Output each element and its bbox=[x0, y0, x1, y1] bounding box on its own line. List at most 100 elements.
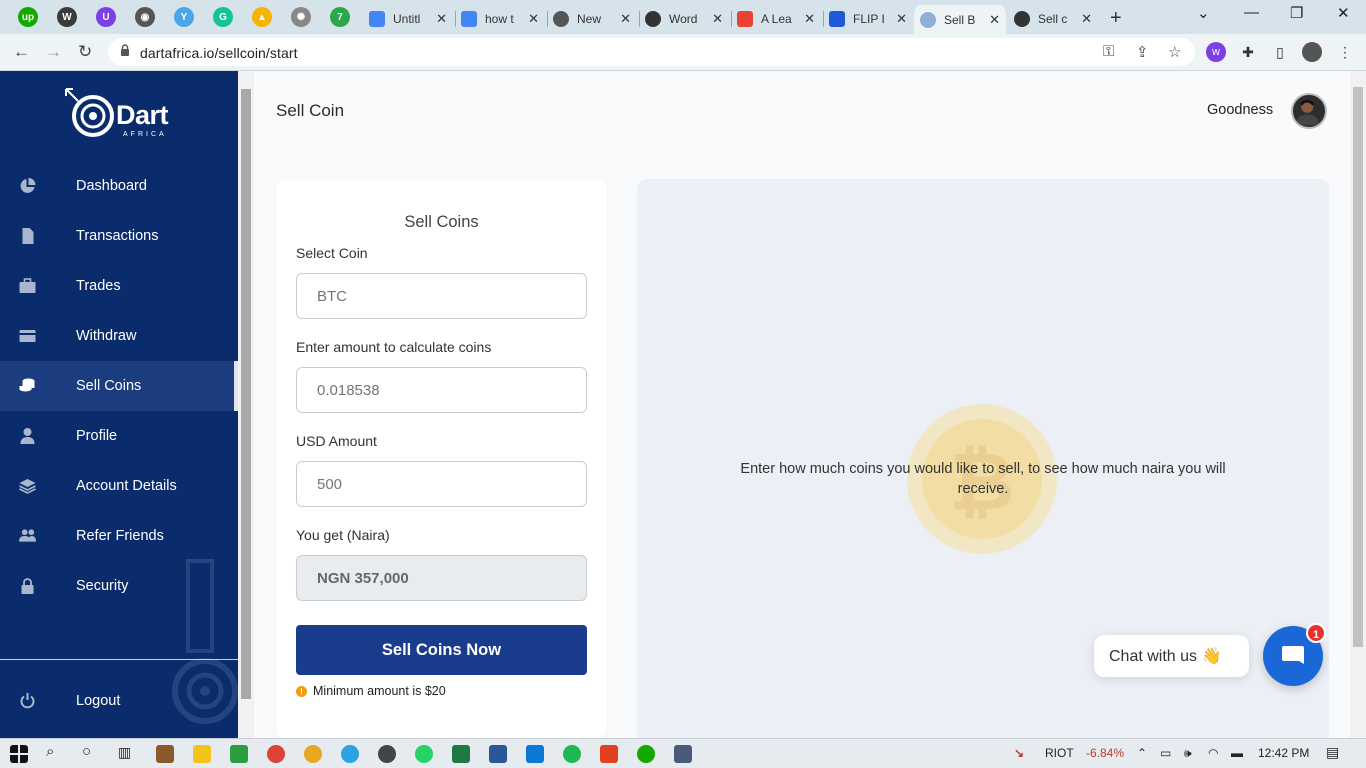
close-icon[interactable]: ✕ bbox=[989, 12, 1000, 28]
coin-select[interactable] bbox=[296, 273, 587, 319]
new-tab-icon[interactable]: + bbox=[1110, 7, 1122, 30]
close-icon[interactable]: ✕ bbox=[896, 11, 907, 27]
page-scrollbar[interactable] bbox=[1350, 71, 1366, 738]
app-icon[interactable] bbox=[526, 745, 544, 763]
word-icon[interactable] bbox=[489, 745, 507, 763]
spotify-icon[interactable] bbox=[563, 745, 581, 763]
restore-icon[interactable]: ❐ bbox=[1290, 4, 1303, 22]
chrome-icon bbox=[553, 10, 569, 27]
close-icon[interactable]: ✕ bbox=[528, 11, 539, 27]
sidebar-item-account-details[interactable]: Account Details bbox=[0, 461, 238, 511]
chrome-profile-icon[interactable] bbox=[304, 745, 322, 763]
extension-icon[interactable]: w bbox=[1206, 42, 1226, 62]
avatar[interactable] bbox=[1291, 93, 1327, 129]
stock-symbol[interactable]: RIOT bbox=[1045, 746, 1074, 760]
pinned-tab-icon[interactable]: 7 bbox=[330, 7, 350, 27]
browser-tab[interactable]: how t ✕ bbox=[455, 5, 545, 32]
profile-avatar[interactable] bbox=[1302, 42, 1322, 62]
key-icon[interactable]: ⚿ bbox=[1103, 43, 1114, 60]
user-icon bbox=[20, 428, 35, 444]
upwork-icon[interactable] bbox=[637, 745, 655, 763]
share-icon[interactable]: ⇪ bbox=[1136, 43, 1149, 61]
naira-amount-field bbox=[296, 555, 587, 601]
eye-pinned-tab-icon[interactable]: ◉ bbox=[135, 7, 155, 27]
user-name: Goodness bbox=[1207, 102, 1274, 118]
usd-amount-input[interactable] bbox=[296, 461, 587, 507]
gmail-icon bbox=[737, 10, 753, 27]
notifications-icon[interactable]: ▤ bbox=[1326, 744, 1339, 761]
forward-icon[interactable]: → bbox=[45, 42, 62, 62]
openai-pinned-tab-icon[interactable]: ✺ bbox=[291, 7, 311, 27]
google-drive-pinned-tab-icon[interactable]: ▲ bbox=[252, 7, 272, 27]
cortana-icon[interactable]: ○ bbox=[82, 743, 91, 760]
page-title: Sell Coin bbox=[276, 101, 345, 120]
grammarly-pinned-tab-icon[interactable]: G bbox=[213, 7, 233, 27]
menu-kebab-icon[interactable]: ⋮ bbox=[1335, 42, 1355, 62]
page-scrollbar-thumb[interactable] bbox=[1353, 87, 1363, 647]
tab-search-chevron-icon[interactable]: ⌄ bbox=[1197, 4, 1210, 22]
browser-tab[interactable]: New ✕ bbox=[547, 5, 637, 32]
app-icon[interactable] bbox=[156, 745, 174, 763]
chevron-up-icon[interactable]: ⌃ bbox=[1137, 746, 1147, 760]
browser-tab-active[interactable]: Sell B ✕ bbox=[914, 5, 1006, 34]
minimize-icon[interactable]: — bbox=[1244, 4, 1259, 21]
task-view-icon[interactable]: ▥ bbox=[118, 744, 131, 761]
excel-icon[interactable] bbox=[452, 745, 470, 763]
sidebar-item-dashboard[interactable]: Dashboard bbox=[0, 161, 238, 211]
puzzle-extensions-icon[interactable]: ✚ bbox=[1238, 42, 1258, 62]
file-explorer-icon[interactable] bbox=[193, 745, 211, 763]
side-panel-icon[interactable]: ▯ bbox=[1270, 42, 1290, 62]
browser-toolbar: ← → ↻ dartafrica.io/sellcoin/start ⚿ ⇪ ☆… bbox=[0, 34, 1366, 71]
pinned-tab-icon[interactable]: Y bbox=[174, 7, 194, 27]
browser-tab[interactable]: FLIP I ✕ bbox=[823, 5, 913, 32]
sidebar-scrollbar-thumb[interactable] bbox=[241, 89, 251, 699]
briefcase-icon bbox=[19, 278, 36, 293]
office-icon[interactable] bbox=[600, 745, 618, 763]
upwork-pinned-tab-icon[interactable]: up bbox=[18, 7, 38, 27]
obs-icon[interactable] bbox=[378, 745, 396, 763]
reload-icon[interactable]: ↻ bbox=[78, 42, 92, 62]
telegram-icon[interactable] bbox=[341, 745, 359, 763]
coin-amount-input[interactable] bbox=[296, 367, 587, 413]
back-icon[interactable]: ← bbox=[13, 42, 30, 62]
windows-start-icon[interactable] bbox=[10, 745, 28, 763]
upwork-app-icon[interactable] bbox=[230, 745, 248, 763]
browser-tab-strip: up W U ◉ Y G ▲ ✺ 7 Untitl ✕ how t ✕ New … bbox=[0, 0, 1366, 34]
sidebar-item-profile[interactable]: Profile bbox=[0, 411, 238, 461]
sidebar-item-trades[interactable]: Trades bbox=[0, 261, 238, 311]
sidebar-item-withdraw[interactable]: Withdraw bbox=[0, 311, 238, 361]
browser-tab[interactable]: Untitl ✕ bbox=[363, 5, 453, 32]
wifi-icon[interactable]: ◠ bbox=[1208, 746, 1218, 760]
layers-icon bbox=[19, 479, 36, 494]
bookmark-star-icon[interactable]: ☆ bbox=[1168, 43, 1181, 61]
close-icon[interactable]: ✕ bbox=[436, 11, 447, 27]
logo-subtext: AFRICA bbox=[123, 131, 167, 138]
sidebar-item-sell-coins[interactable]: Sell Coins bbox=[0, 361, 238, 411]
close-icon[interactable]: ✕ bbox=[712, 11, 723, 27]
sell-coins-button[interactable]: Sell Coins Now bbox=[296, 625, 587, 675]
wordpress-pinned-tab-icon[interactable]: W bbox=[57, 7, 77, 27]
close-icon[interactable]: ✕ bbox=[1081, 11, 1092, 27]
meet-icon[interactable]: ▭ bbox=[1160, 746, 1171, 760]
chat-with-us-label[interactable]: Chat with us 👋 bbox=[1094, 635, 1249, 677]
stock-widget-icon[interactable]: ↘ bbox=[1014, 746, 1024, 760]
whatsapp-icon[interactable] bbox=[415, 745, 433, 763]
close-icon[interactable]: ✕ bbox=[804, 11, 815, 27]
browser-tab[interactable]: A Lea ✕ bbox=[731, 5, 821, 32]
battery-icon[interactable]: ▬ bbox=[1231, 746, 1243, 760]
volume-icon[interactable]: 🕪 bbox=[1184, 746, 1192, 761]
app-icon[interactable] bbox=[674, 745, 692, 763]
user-photo-icon bbox=[1295, 99, 1319, 126]
close-icon[interactable]: ✕ bbox=[620, 11, 631, 27]
clock[interactable]: 12:42 PM bbox=[1258, 746, 1309, 760]
chrome-icon[interactable] bbox=[267, 745, 285, 763]
logout-button[interactable]: Logout bbox=[0, 676, 238, 726]
browser-tab[interactable]: Word ✕ bbox=[639, 5, 729, 32]
sidebar-scrollbar[interactable] bbox=[238, 71, 254, 738]
window-close-icon[interactable]: ✕ bbox=[1337, 4, 1350, 22]
search-icon[interactable]: ⌕ bbox=[46, 743, 54, 760]
sidebar-item-transactions[interactable]: Transactions bbox=[0, 211, 238, 261]
pinned-tab-icon[interactable]: U bbox=[96, 7, 116, 27]
browser-tab[interactable]: Sell c ✕ bbox=[1008, 5, 1098, 32]
address-bar[interactable]: dartafrica.io/sellcoin/start ⚿ ⇪ ☆ bbox=[108, 38, 1195, 66]
